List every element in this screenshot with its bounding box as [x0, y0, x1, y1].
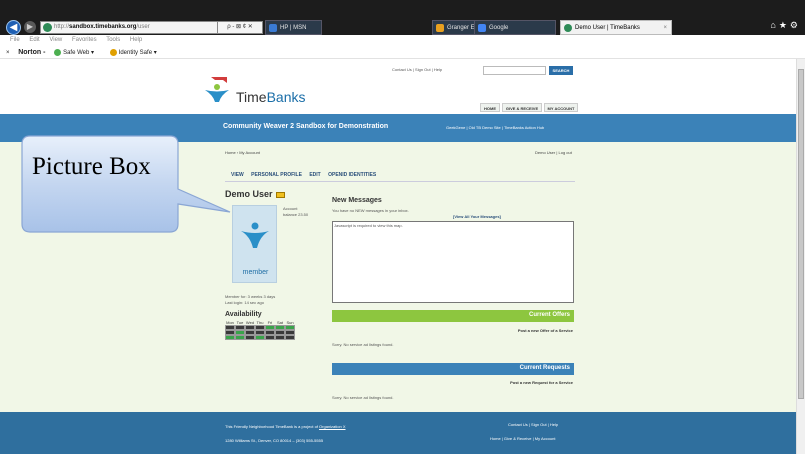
availability-title: Availability	[225, 311, 262, 318]
address-suffix: /user	[136, 24, 150, 30]
menu-tools[interactable]: Tools	[106, 37, 120, 43]
menu-file[interactable]: File	[10, 37, 20, 43]
availability-cell	[225, 335, 235, 340]
footer-address: 1280 Williams St., Denver, CO 80014 – (3…	[225, 438, 324, 443]
current-requests-bar: Current Requests	[332, 363, 574, 375]
post-offer-link[interactable]: Post a new Offer of a Service	[518, 328, 573, 333]
menu-edit[interactable]: Edit	[29, 37, 39, 43]
site-logo-text[interactable]: TimeBanks	[236, 89, 306, 105]
availability-rows	[225, 325, 295, 340]
member-label: member	[242, 269, 269, 276]
address-prefix: http://	[54, 24, 70, 30]
subtab-openid-identities[interactable]: OPENID IDENTITIES	[328, 172, 376, 178]
map-text: Javascript is required to view this map.	[334, 223, 403, 228]
browser-titlebar: ◀ ▶ http://sandbox.timebanks.org/user ρ …	[0, 0, 805, 35]
header-tab-give-receive[interactable]: GIVE & RECEIVE	[502, 103, 542, 112]
current-requests-title: Current Requests	[519, 365, 570, 371]
identity-safe-label: Identity Safe ▾	[118, 50, 157, 56]
availability-row	[225, 335, 295, 340]
availability-grid: Mon Tue Wed Thu Fri Sat Sun	[225, 320, 295, 340]
tab-label: Demo User | TimeBanks	[575, 25, 640, 31]
footer-organization-link[interactable]: Organization X	[319, 424, 345, 429]
menu-bar: File Edit View Favorites Tools Help	[0, 35, 805, 46]
footer-line-1: This Friendly Neighborhood TimeBank is a…	[225, 424, 346, 429]
gear-icon[interactable]: ⚙	[790, 20, 801, 30]
site-footer: This Friendly Neighborhood TimeBank is a…	[0, 412, 796, 454]
last-login: Last login: 14 sec ago	[225, 300, 264, 305]
identity-safe-icon	[109, 48, 117, 56]
toolbar-close-icon[interactable]: ×	[6, 50, 10, 56]
view-all-messages-link[interactable]: [View All Your Messages]	[453, 214, 501, 219]
msn-icon	[269, 24, 277, 32]
site-header: TimeBanks Contact Us | Sign Out | Help S…	[0, 59, 796, 114]
new-messages-title: New Messages	[332, 197, 382, 204]
footer-links-1[interactable]: Contact Us | Sign Out | Help	[508, 422, 558, 427]
norton-menu[interactable]: Norton -	[18, 49, 45, 56]
menu-help[interactable]: Help	[130, 37, 142, 43]
availability-cell	[245, 335, 255, 340]
requests-empty-text: Sorry. No service ad listings found.	[332, 395, 394, 400]
web-page: TimeBanks Contact Us | Sign Out | Help S…	[0, 59, 796, 454]
safe-web-menu[interactable]: Safe Web ▾	[54, 48, 101, 56]
availability-cell	[235, 335, 245, 340]
picture-box-callout: Picture Box	[20, 134, 231, 234]
forward-arrow-icon[interactable]: ▶	[24, 21, 36, 33]
browser-toolbar-icons: ⌂★⚙	[770, 20, 801, 31]
star-icon[interactable]: ★	[779, 20, 790, 30]
menu-view[interactable]: View	[49, 37, 62, 43]
logo-text-banks: Banks	[266, 89, 306, 105]
safe-web-icon	[54, 48, 62, 56]
tab-demo-user-timebanks[interactable]: Demo User | TimeBanks ×	[560, 20, 672, 35]
logo-text-time: Time	[236, 89, 267, 105]
address-bar[interactable]: http://sandbox.timebanks.org/user	[40, 21, 220, 34]
member-for: Member for: 3 weeks 3 days	[225, 294, 276, 299]
post-request-link[interactable]: Post a new Request for a Service	[510, 380, 573, 385]
availability-cell	[255, 335, 265, 340]
back-arrow-icon[interactable]: ◀	[6, 20, 21, 35]
header-tab-my-account[interactable]: MY ACCOUNT	[544, 103, 578, 112]
current-offers-bar: Current Offers	[332, 310, 574, 322]
address-tools[interactable]: ρ - ⊠ ¢ ✕	[217, 21, 263, 34]
subtab-edit[interactable]: EDIT	[309, 172, 320, 178]
menu-favorites[interactable]: Favorites	[72, 37, 97, 43]
address-domain: sandbox.timebanks.org	[69, 24, 137, 30]
footer-project-text: This Friendly Neighborhood TimeBank is a…	[225, 424, 320, 429]
tab-hp-msn[interactable]: HP | MSN	[265, 20, 322, 35]
map-box[interactable]: Javascript is required to view this map.	[332, 221, 574, 303]
site-favicon-icon	[43, 23, 52, 32]
home-icon[interactable]: ⌂	[770, 20, 778, 30]
safe-web-label: Safe Web ▾	[63, 50, 94, 56]
header-tab-home[interactable]: HOME	[480, 103, 500, 112]
scrollbar-thumb[interactable]	[798, 69, 804, 399]
search-button[interactable]: SEARCH	[549, 66, 573, 75]
timebanks-logo-icon[interactable]	[203, 75, 231, 103]
tab-label: Google	[489, 25, 509, 31]
availability-cell	[285, 335, 295, 340]
norton-toolbar: × Norton - Safe Web ▾ Identity Safe ▾	[0, 46, 805, 59]
current-offers-title: Current Offers	[528, 312, 570, 318]
new-messages-text: You have no NEW messages in your inbox.	[332, 208, 409, 213]
tab-google[interactable]: Google	[474, 20, 556, 35]
banner-title: Community Weaver 2 Sandbox for Demonstra…	[223, 123, 389, 130]
timebanks-favicon-icon	[564, 24, 572, 32]
footer-links-2[interactable]: Home | Give & Receive | My Account	[490, 436, 555, 441]
tab-close-icon[interactable]: ×	[663, 21, 667, 34]
library-icon	[436, 24, 444, 32]
callout-text: Picture Box	[32, 153, 151, 180]
offers-empty-text: Sorry. No service ad listings found.	[332, 342, 394, 347]
search-input[interactable]	[483, 66, 546, 75]
availability-cell	[275, 335, 285, 340]
top-links[interactable]: Contact Us | Sign Out | Help	[392, 67, 442, 72]
vertical-scrollbar[interactable]	[796, 59, 805, 454]
user-links[interactable]: Demo User | Log out	[535, 150, 572, 155]
identity-safe-menu[interactable]: Identity Safe ▾	[109, 48, 164, 56]
google-icon	[478, 24, 486, 32]
banner-links[interactable]: GeekGene | Old TB Demo Site | TimeBanks …	[446, 125, 544, 130]
availability-cell	[265, 335, 275, 340]
tab-label: HP | MSN	[280, 25, 307, 31]
